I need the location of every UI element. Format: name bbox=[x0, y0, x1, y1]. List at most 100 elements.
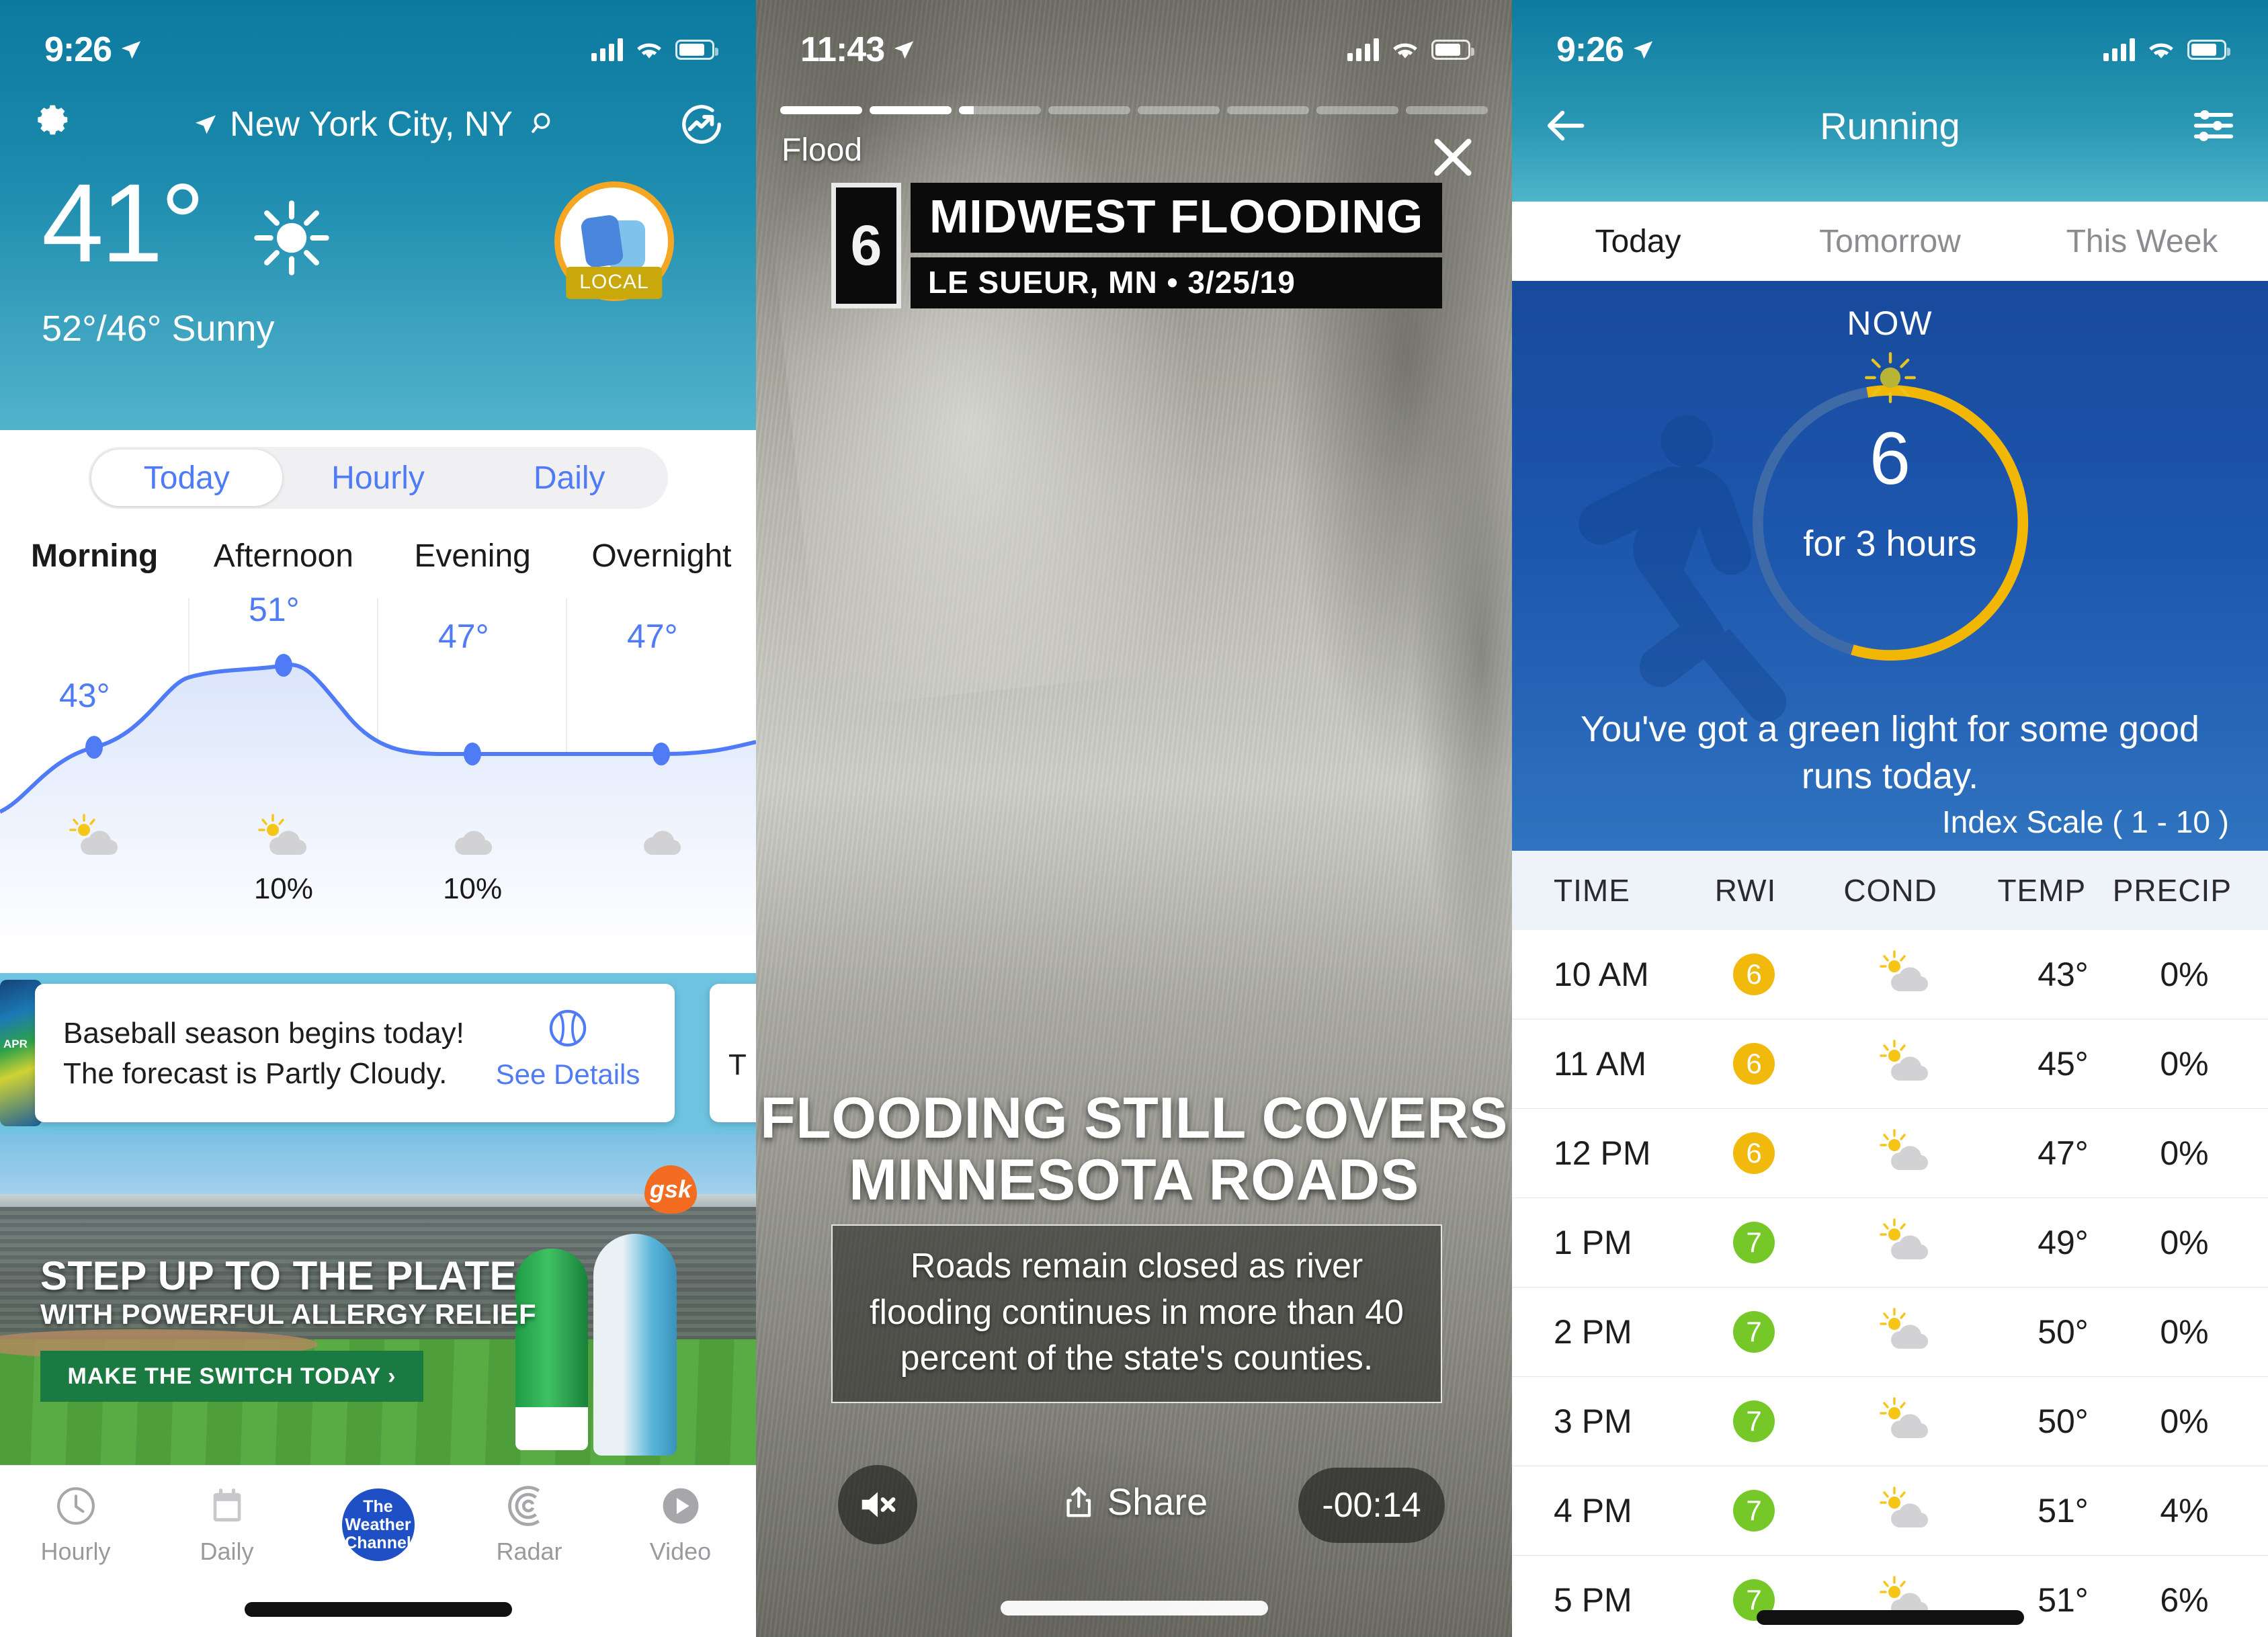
table-row[interactable]: 2 PM 7 50° 0% bbox=[1512, 1288, 2268, 1377]
three-panel-screenshot: 9:26 New York City, NY 41° 52°/46° Sunny… bbox=[0, 0, 2268, 1637]
col-temp: TEMP bbox=[1997, 873, 2087, 908]
cell-temp: 47° bbox=[2038, 1134, 2089, 1172]
cell-rwi: 7 bbox=[1687, 1490, 1821, 1531]
chyron-title: MIDWEST FLOODING bbox=[911, 183, 1443, 253]
cell-cond bbox=[1821, 1396, 1989, 1447]
local-badge[interactable]: LOCAL bbox=[554, 181, 674, 301]
home-indicator[interactable] bbox=[1756, 1610, 2024, 1625]
story-segment[interactable] bbox=[870, 106, 952, 114]
cell-precip: 0% bbox=[2160, 956, 2209, 993]
rwi-badge: 7 bbox=[1733, 1490, 1775, 1531]
insight-card[interactable]: Baseball season begins today! The foreca… bbox=[35, 984, 675, 1122]
story-category-label: Flood bbox=[782, 132, 863, 168]
share-button[interactable]: Share bbox=[1060, 1480, 1208, 1523]
story-segment[interactable] bbox=[1406, 106, 1488, 114]
home-indicator[interactable] bbox=[244, 1602, 512, 1617]
story-segment[interactable] bbox=[1316, 106, 1398, 114]
tab-bar-radar[interactable]: Radar bbox=[454, 1484, 605, 1566]
current-temperature: 41° bbox=[42, 161, 205, 286]
home-indicator[interactable] bbox=[1000, 1601, 1268, 1615]
sliders-icon[interactable] bbox=[2190, 102, 2237, 149]
tab-bar-hourly[interactable]: Hourly bbox=[0, 1484, 151, 1566]
advertisement-banner[interactable]: gsk STEP UP TO THE PLATE WITH POWERFUL A… bbox=[0, 1134, 756, 1465]
status-bar-3: 9:26 bbox=[1512, 0, 2268, 81]
sunny-icon bbox=[254, 200, 329, 276]
cell-temp: 50° bbox=[2038, 1313, 2089, 1351]
cell-time: 4 PM bbox=[1554, 1492, 1632, 1529]
cell-time: 11 AM bbox=[1554, 1045, 1647, 1083]
cell-temp: 50° bbox=[2038, 1402, 2089, 1440]
wifi-icon bbox=[637, 43, 661, 58]
table-row[interactable]: 3 PM 7 50° 0% bbox=[1512, 1377, 2268, 1466]
cond-cell-evening: 10% bbox=[378, 813, 567, 906]
partly-cloudy-icon bbox=[1880, 1486, 1929, 1527]
ad-cta-button[interactable]: MAKE THE SWITCH TODAY › bbox=[40, 1351, 423, 1402]
index-scale-note[interactable]: Index Scale ( 1 - 10 ) bbox=[1942, 804, 2229, 840]
chart-label-morning: 43° bbox=[59, 677, 110, 714]
tab-today[interactable]: Today bbox=[1512, 223, 1764, 260]
cell-precip: 0% bbox=[2160, 1134, 2209, 1172]
story-segment-current[interactable] bbox=[959, 106, 1041, 114]
story-segment[interactable] bbox=[1227, 106, 1309, 114]
story-segment[interactable] bbox=[780, 106, 862, 114]
tab-hourly[interactable]: Hourly bbox=[282, 450, 474, 506]
mute-button[interactable] bbox=[838, 1465, 917, 1544]
tab-bar-daily[interactable]: Daily bbox=[151, 1484, 302, 1566]
running-tabs[interactable]: Today Tomorrow This Week bbox=[1512, 202, 2268, 281]
cond-cell-morning bbox=[0, 813, 189, 906]
weather-channel-logo: The Weather Channel bbox=[341, 1488, 415, 1561]
ad-product-blue-bottle bbox=[593, 1234, 677, 1456]
status-time: 9:26 bbox=[1556, 30, 1624, 69]
story-segment[interactable] bbox=[1138, 106, 1220, 114]
wifi-icon bbox=[1393, 43, 1417, 58]
hi-lo-condition: 52°/46° Sunny bbox=[42, 308, 275, 349]
cloudy-icon bbox=[644, 831, 681, 855]
chart-label-afternoon: 51° bbox=[249, 591, 300, 628]
forecast-segment-control[interactable]: Today Hourly Daily bbox=[88, 447, 668, 509]
cond-cell-overnight bbox=[567, 813, 756, 906]
tab-daily[interactable]: Daily bbox=[474, 450, 665, 506]
rwi-badge: 7 bbox=[1733, 1400, 1775, 1442]
story-segment[interactable] bbox=[1048, 106, 1130, 114]
insight-card-action[interactable]: See Details bbox=[491, 1007, 645, 1091]
location-arrow-icon bbox=[894, 41, 914, 59]
close-icon[interactable] bbox=[1427, 132, 1478, 183]
table-row[interactable]: 11 AM 6 45° 0% bbox=[1512, 1019, 2268, 1109]
battery-icon bbox=[2187, 40, 2230, 60]
tab-tomorrow[interactable]: Tomorrow bbox=[1764, 223, 2016, 260]
partly-cloudy-icon bbox=[1880, 1218, 1929, 1259]
search-icon[interactable] bbox=[530, 111, 557, 138]
status-bar-2: 11:43 bbox=[756, 0, 1512, 81]
play-circle-icon bbox=[663, 1488, 698, 1524]
battery-icon bbox=[675, 40, 718, 60]
bottom-tabs: Hourly Daily The Weather Channel Radar V… bbox=[0, 1466, 756, 1584]
cell-cond bbox=[1821, 1486, 1989, 1536]
cellular-signal-icon bbox=[2103, 38, 2135, 61]
gear-icon[interactable] bbox=[31, 103, 73, 145]
insight-card-next[interactable]: T bbox=[710, 984, 756, 1122]
table-row[interactable]: 10 AM 6 43° 0% bbox=[1512, 930, 2268, 1019]
cell-temp: 51° bbox=[2038, 1492, 2089, 1529]
tab-today[interactable]: Today bbox=[91, 450, 283, 506]
tab-this-week[interactable]: This Week bbox=[2016, 223, 2268, 260]
chart-label-evening: 47° bbox=[438, 618, 489, 655]
see-details-link[interactable]: See Details bbox=[491, 1058, 645, 1091]
partly-cloudy-icon bbox=[1880, 950, 1929, 991]
table-row[interactable]: 4 PM 7 51° 4% bbox=[1512, 1466, 2268, 1556]
status-time-group: 11:43 bbox=[800, 30, 915, 70]
weather-channel-logo-text: The Weather Channel bbox=[345, 1497, 411, 1552]
table-row[interactable]: 12 PM 6 47° 0% bbox=[1512, 1109, 2268, 1198]
table-row[interactable]: 1 PM 7 49° 0% bbox=[1512, 1198, 2268, 1288]
condition-row: 10% 10% bbox=[0, 813, 756, 906]
rwi-badge: 7 bbox=[1733, 1311, 1775, 1353]
status-time: 11:43 bbox=[800, 30, 885, 69]
trend-up-circle-icon[interactable] bbox=[678, 101, 725, 148]
back-arrow-icon[interactable] bbox=[1543, 102, 1590, 149]
map-thumbnail-label: APR bbox=[3, 1038, 28, 1050]
location-selector[interactable]: New York City, NY bbox=[194, 104, 557, 144]
tab-bar-home[interactable]: The Weather Channel bbox=[302, 1488, 454, 1561]
ad-headline: STEP UP TO THE PLATE bbox=[40, 1253, 517, 1298]
story-progress-bar[interactable] bbox=[780, 106, 1488, 114]
tab-bar-video[interactable]: Video bbox=[605, 1484, 756, 1566]
status-time-group: 9:26 bbox=[1556, 30, 1654, 70]
